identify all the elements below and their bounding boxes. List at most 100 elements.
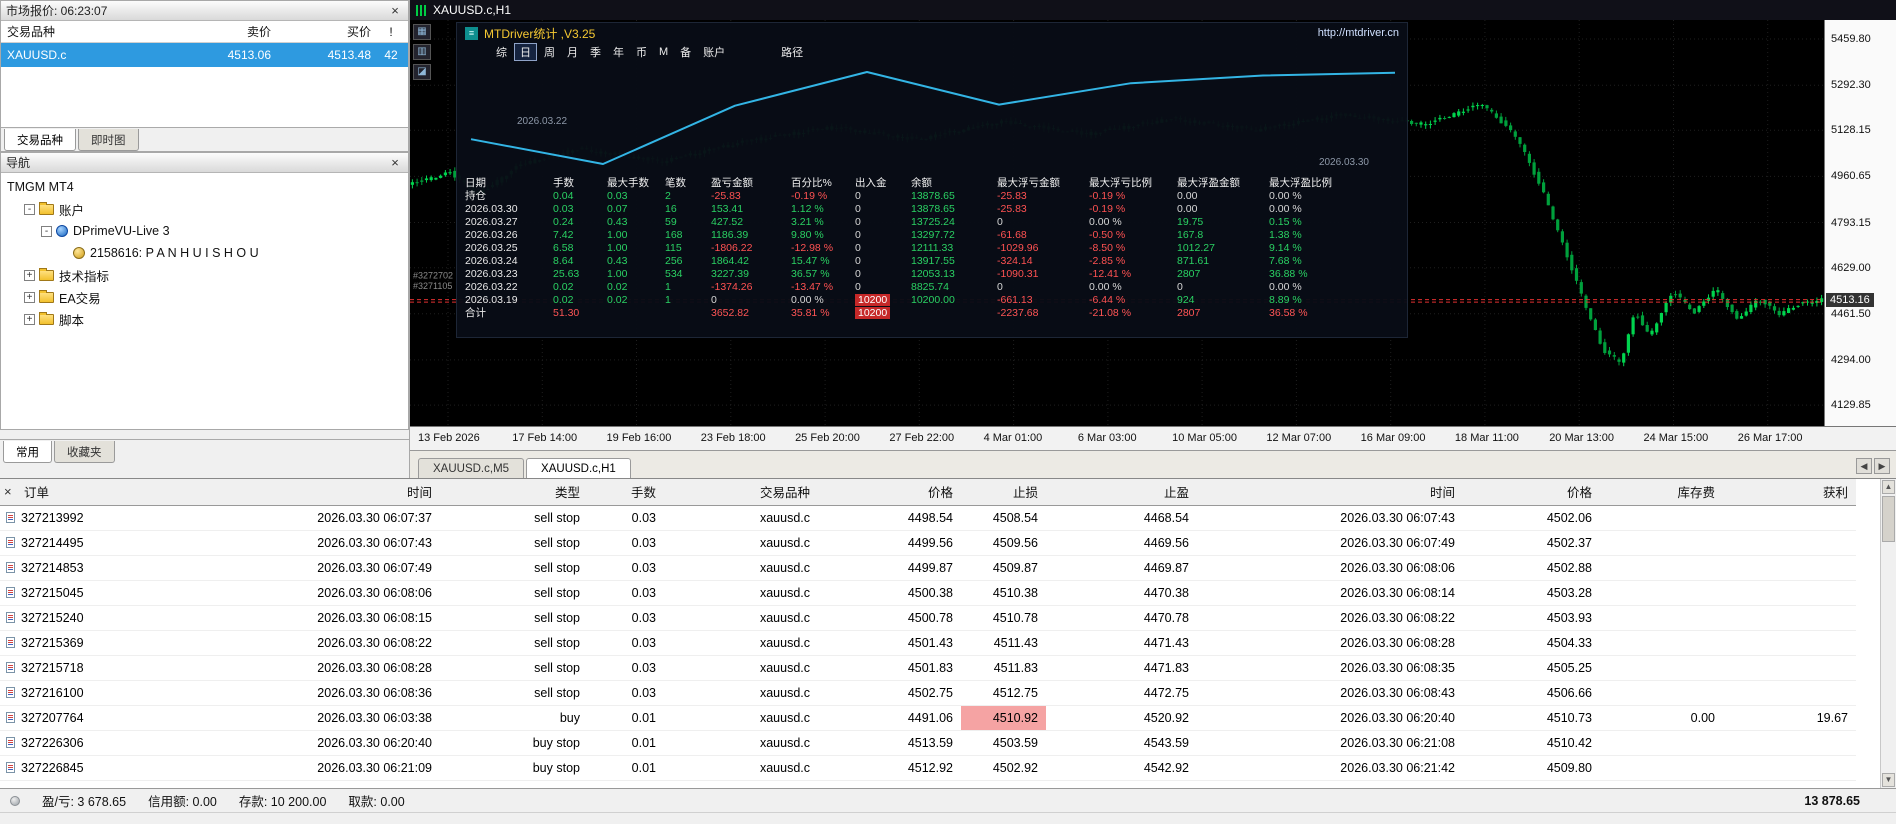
tab-scroll-arrows: ◀▶: [1856, 458, 1890, 478]
stats-cell: 1.00: [607, 242, 665, 255]
order-row[interactable]: 3272268452026.03.30 06:21:09buy stop0.01…: [0, 755, 1856, 780]
collapse-icon[interactable]: -: [41, 226, 52, 237]
order-row[interactable]: 3272153692026.03.30 06:08:22sell stop0.0…: [0, 630, 1856, 655]
tab-scroll-right-icon[interactable]: ▶: [1874, 458, 1890, 474]
terminal-close-icon[interactable]: ×: [4, 484, 12, 499]
expand-icon[interactable]: +: [24, 292, 35, 303]
order-row[interactable]: 3272152402026.03.30 06:08:15sell stop0.0…: [0, 605, 1856, 630]
market-watch-column-header[interactable]: !: [377, 25, 405, 39]
tree-item-1[interactable]: -账户: [1, 198, 408, 220]
tree-item-3[interactable]: 2158616: P A N H U I S H O U: [1, 242, 408, 264]
order-cell: 4510.38: [961, 580, 1046, 605]
navigator-close-icon[interactable]: ×: [387, 155, 403, 170]
order-doc-icon: [6, 537, 15, 548]
market-watch-row[interactable]: XAUUSD.c4513.064513.4842: [1, 43, 408, 67]
orders-header-row: 订单时间类型手数交易品种价格止损止盈时间价格库存费获利: [0, 479, 1856, 505]
mtdriver-menu-item-path[interactable]: 路径: [776, 44, 808, 60]
price-tick: 5459.80: [1831, 33, 1871, 45]
navigator-tab-0[interactable]: 常用: [3, 441, 52, 463]
current-price-badge: 4513.16: [1826, 293, 1874, 307]
order-row[interactable]: 3272161002026.03.30 06:08:36sell stop0.0…: [0, 680, 1856, 705]
order-doc-icon: [6, 712, 15, 723]
order-row[interactable]: 3272150452026.03.30 06:08:06sell stop0.0…: [0, 580, 1856, 605]
chart-toolbar-button-2[interactable]: ▥: [413, 44, 431, 60]
order-row[interactable]: 3272157182026.03.30 06:08:28sell stop0.0…: [0, 655, 1856, 680]
order-row[interactable]: 3272077642026.03.30 06:03:38buy0.01xauus…: [0, 705, 1856, 730]
orders-column-header[interactable]: 时间: [130, 479, 440, 505]
order-id-cell: 327215240: [0, 605, 130, 630]
market-watch-column-header[interactable]: 买价: [277, 23, 377, 40]
chart-tab-1[interactable]: XAUUSD.c,H1: [526, 458, 631, 478]
order-cell: 2026.03.30 06:08:22: [130, 630, 440, 655]
tree-item-6[interactable]: +脚本: [1, 308, 408, 330]
chart-plot-area[interactable]: #3272702#3271105 ≡ MTDriver统计 ,V3.25 htt…: [410, 20, 1824, 426]
orders-column-header[interactable]: 价格: [1463, 479, 1600, 505]
market-watch-close-icon[interactable]: ×: [387, 3, 403, 18]
mtdriver-menu-item-日[interactable]: 日: [514, 43, 537, 61]
price-scale[interactable]: 5459.805292.305128.154960.654793.154629.…: [1824, 20, 1896, 426]
mtdriver-menu-item-周[interactable]: 周: [539, 44, 560, 60]
market-watch-tab-0[interactable]: 交易品种: [4, 129, 76, 151]
orders-column-header[interactable]: 库存费: [1600, 479, 1723, 505]
chart-tab-0[interactable]: XAUUSD.c,M5: [418, 458, 524, 478]
market-watch-column-header[interactable]: 交易品种: [1, 23, 151, 40]
mtdriver-menu-item-M[interactable]: M: [654, 46, 673, 58]
orders-column-header[interactable]: 获利: [1723, 479, 1856, 505]
mtdriver-menu-item-季[interactable]: 季: [585, 44, 606, 60]
order-cell: [1600, 730, 1723, 755]
market-watch-title: 市场报价: 06:23:07: [6, 2, 107, 19]
terminal-scrollbar[interactable]: ▲ ▼: [1880, 479, 1896, 788]
tree-item-5[interactable]: +EA交易: [1, 286, 408, 308]
scroll-down-icon[interactable]: ▼: [1882, 773, 1895, 787]
orders-column-header[interactable]: 止盈: [1046, 479, 1197, 505]
collapse-icon[interactable]: -: [24, 204, 35, 215]
order-cell: xauusd.c: [664, 605, 818, 630]
mtdriver-url-link[interactable]: http://mtdriver.cn: [1318, 27, 1399, 39]
market-watch-column-header[interactable]: 卖价: [151, 23, 277, 40]
expand-icon[interactable]: +: [24, 314, 35, 325]
order-cell: 2026.03.30 06:08:35: [1197, 655, 1463, 680]
tree-item-0[interactable]: TMGM MT4: [1, 176, 408, 198]
tree-item-4[interactable]: +技术指标: [1, 264, 408, 286]
order-cell: 4512.92: [818, 755, 961, 780]
orders-column-header[interactable]: 手数: [588, 479, 664, 505]
time-label: 20 Mar 13:00: [1549, 432, 1614, 444]
stats-cell: -12.98 %: [791, 242, 855, 255]
stats-cell: 2807: [1177, 268, 1269, 281]
order-row[interactable]: 3272139922026.03.30 06:07:37sell stop0.0…: [0, 505, 1856, 530]
mtdriver-menu-item-综[interactable]: 综: [491, 44, 512, 60]
order-id-cell: 327226306: [0, 730, 130, 755]
mtdriver-menu-item-账户[interactable]: 账户: [698, 44, 730, 60]
mtdriver-menu-item-币[interactable]: 币: [631, 44, 652, 60]
order-row[interactable]: 3272148532026.03.30 06:07:49sell stop0.0…: [0, 555, 1856, 580]
scrollbar-thumb[interactable]: [1882, 496, 1895, 542]
market-watch-empty-area: [1, 67, 408, 127]
orders-column-header[interactable]: 时间: [1197, 479, 1463, 505]
navigator-panel: 导航 × TMGM MT4-账户-DPrimeVU-Live 32158616:…: [0, 152, 409, 430]
orders-table: 订单时间类型手数交易品种价格止损止盈时间价格库存费获利3272139922026…: [0, 479, 1856, 781]
tree-item-2[interactable]: -DPrimeVU-Live 3: [1, 220, 408, 242]
orders-column-header[interactable]: 价格: [818, 479, 961, 505]
chart-toolbar-button-3[interactable]: ◪: [413, 64, 431, 80]
scroll-up-icon[interactable]: ▲: [1882, 480, 1895, 494]
tab-scroll-left-icon[interactable]: ◀: [1856, 458, 1872, 474]
order-row[interactable]: 3272144952026.03.30 06:07:43sell stop0.0…: [0, 530, 1856, 555]
market-watch-tab-1[interactable]: 即时图: [78, 129, 139, 151]
time-axis[interactable]: 13 Feb 202617 Feb 14:0019 Feb 16:0023 Fe…: [410, 426, 1896, 450]
mtdriver-menu-item-年[interactable]: 年: [608, 44, 629, 60]
mtdriver-menu-icon[interactable]: ≡: [465, 27, 478, 40]
expand-icon[interactable]: +: [24, 270, 35, 281]
order-id-cell: 327214495: [0, 530, 130, 555]
orders-column-header[interactable]: 订单: [0, 479, 130, 505]
order-row[interactable]: 3272263062026.03.30 06:20:40buy stop0.01…: [0, 730, 1856, 755]
mtdriver-menu-item-备[interactable]: 备: [675, 44, 696, 60]
orders-column-header[interactable]: 类型: [440, 479, 588, 505]
chart-icon: [416, 5, 427, 16]
orders-column-header[interactable]: 止损: [961, 479, 1046, 505]
chart-toolbar-button-1[interactable]: ▦: [413, 24, 431, 40]
orders-column-header[interactable]: 交易品种: [664, 479, 818, 505]
stats-row: 2026.03.267.421.001681186.399.80 %013297…: [465, 229, 1399, 242]
order-cell: 4509.87: [961, 555, 1046, 580]
navigator-tab-1[interactable]: 收藏夹: [54, 441, 115, 463]
mtdriver-menu-item-月[interactable]: 月: [562, 44, 583, 60]
